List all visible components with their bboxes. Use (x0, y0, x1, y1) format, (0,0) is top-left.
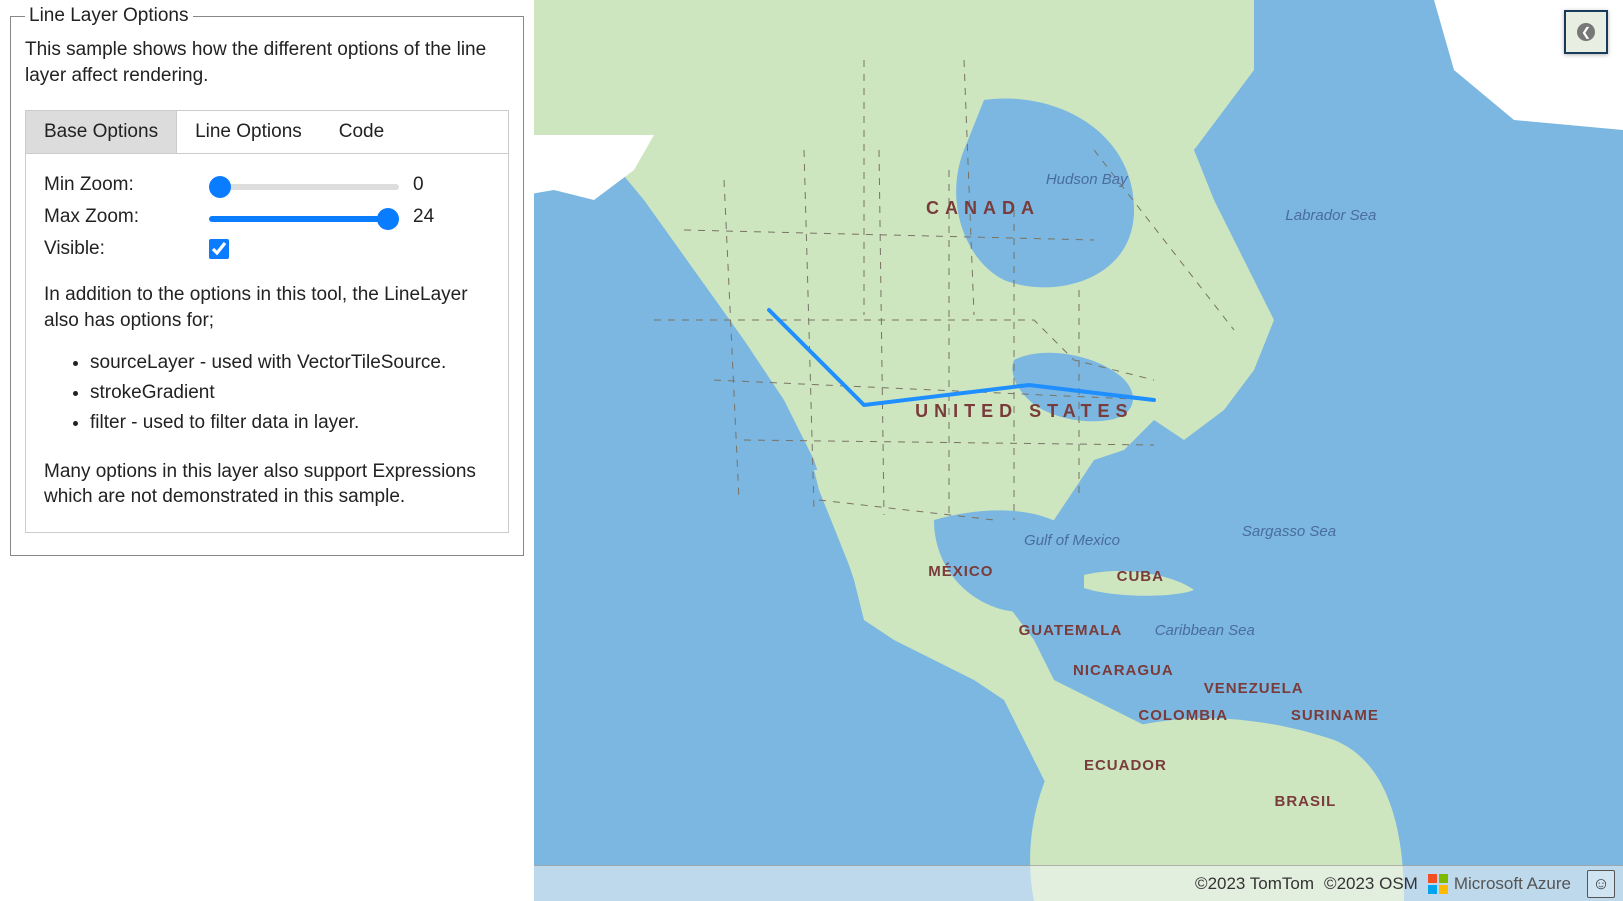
panel-intro: This sample shows how the different opti… (25, 37, 509, 88)
min-zoom-row: Min Zoom: 0 (44, 174, 490, 196)
attr-tomtom: ©2023 TomTom (1195, 874, 1314, 894)
notes-item: sourceLayer - used with VectorTileSource… (90, 348, 490, 378)
notes: In addition to the options in this tool,… (44, 282, 490, 510)
visible-label: Visible: (44, 238, 209, 260)
tab-code[interactable]: Code (321, 111, 403, 153)
notes-lead: In addition to the options in this tool,… (44, 282, 490, 333)
min-zoom-label: Min Zoom: (44, 174, 209, 196)
max-zoom-label: Max Zoom: (44, 206, 209, 228)
min-zoom-value: 0 (413, 174, 443, 196)
options-panel: Line Layer Options This sample shows how… (0, 0, 534, 901)
app-root: Line Layer Options This sample shows how… (0, 0, 1623, 901)
notes-item: filter - used to filter data in layer. (90, 408, 490, 438)
notes-trail: Many options in this layer also support … (44, 459, 490, 510)
microsoft-icon (1428, 874, 1448, 894)
brand-text: Microsoft Azure (1454, 874, 1571, 894)
max-zoom-slider-wrap (209, 206, 399, 228)
notes-item: strokeGradient (90, 378, 490, 408)
microsoft-azure-logo: Microsoft Azure (1428, 874, 1571, 894)
visible-checkbox[interactable] (209, 239, 229, 259)
map-style-selector-button[interactable]: ❮ (1564, 10, 1608, 54)
min-zoom-slider-wrap (209, 174, 399, 196)
min-zoom-slider[interactable] (209, 184, 399, 190)
max-zoom-slider[interactable] (209, 216, 399, 222)
map-feedback-button[interactable]: ☺ (1587, 870, 1615, 898)
tab-base-options[interactable]: Base Options (26, 111, 177, 153)
map[interactable]: CANADAUNITED STATESMÉXICOCUBAGUATEMALANI… (534, 0, 1623, 901)
chevron-left-icon: ❮ (1577, 23, 1595, 41)
tab-pane-base: Min Zoom: 0 Max Zoom: 24 Visible: (25, 153, 509, 533)
max-zoom-row: Max Zoom: 24 (44, 206, 490, 228)
smiley-icon: ☺ (1592, 874, 1609, 894)
map-canvas (534, 0, 1623, 901)
max-zoom-value: 24 (413, 206, 443, 228)
attr-osm: ©2023 OSM (1324, 874, 1418, 894)
panel-legend: Line Layer Options (25, 5, 193, 27)
tab-line-options[interactable]: Line Options (177, 111, 321, 153)
map-attribution: ©2023 TomTom ©2023 OSM Microsoft Azure ☺ (534, 865, 1623, 901)
tabs: Base Options Line Options Code (25, 110, 509, 153)
visible-row: Visible: (44, 238, 490, 260)
notes-list: sourceLayer - used with VectorTileSource… (44, 348, 490, 439)
options-fieldset: Line Layer Options This sample shows how… (10, 5, 524, 556)
